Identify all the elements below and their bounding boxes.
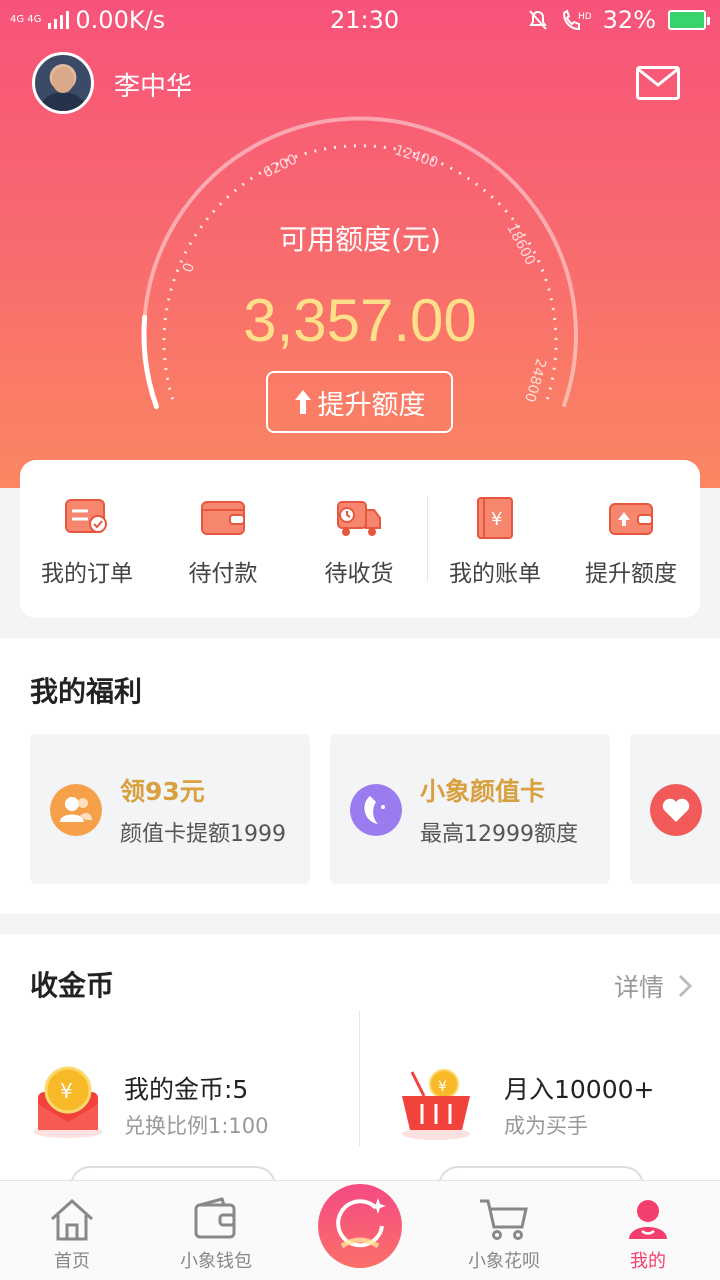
gauge-scale-label: 6200 <box>261 151 300 181</box>
home-icon <box>50 1198 94 1241</box>
shortcut-pending-delivery[interactable]: 待收货 <box>299 496 419 588</box>
my-coins-title: 我的金币:5 <box>124 1075 249 1104</box>
tab-label: 小象花呗 <box>468 1251 540 1272</box>
benefit-card[interactable]: 小象颜值卡 最高12999额度 <box>330 734 610 884</box>
shortcut-divider <box>427 496 428 582</box>
gauge-scale-label: 0 <box>180 261 198 275</box>
benefit-title: 小象颜值卡 <box>420 777 546 806</box>
face-icon <box>350 784 402 836</box>
delivery-truck-icon <box>337 501 381 536</box>
benefit-subtitle: 最高12999额度 <box>420 822 578 847</box>
tab-home[interactable]: 首页 <box>12 1197 132 1273</box>
cart-icon <box>480 1199 528 1240</box>
benefits-title: 我的福利 <box>30 675 143 708</box>
shopping-basket-icon: ¥ <box>402 1069 470 1140</box>
benefit-card[interactable] <box>630 734 720 884</box>
raise-limit-icon <box>609 503 653 535</box>
wallet-tab-icon <box>194 1197 236 1239</box>
shortcut-my-orders[interactable]: 我的订单 <box>27 496 147 588</box>
my-coins-subtitle: 兑换比例1:100 <box>124 1114 269 1138</box>
coins-divider <box>359 1010 360 1146</box>
shortcut-raise-limit[interactable]: 提升额度 <box>571 496 691 588</box>
shortcut-my-bill[interactable]: ¥ 我的账单 <box>435 496 555 588</box>
tab-huabei[interactable]: 小象花呗 <box>444 1197 564 1273</box>
tab-profile[interactable]: 我的 <box>588 1197 708 1273</box>
gauge-inner-dotted-arc <box>162 144 558 400</box>
sparkle-ring-icon <box>336 1198 386 1249</box>
detail-label: 详情 <box>613 973 664 1002</box>
raise-limit-button[interactable]: 提升额度 <box>266 371 453 433</box>
shortcut-label: 待收货 <box>324 561 394 587</box>
red-envelope-icon: ¥ <box>34 1066 102 1138</box>
coins-title: 收金币 <box>30 969 115 1002</box>
shortcut-label: 待付款 <box>188 561 258 587</box>
wallet-icon <box>201 501 245 535</box>
shortcut-label: 提升额度 <box>585 561 677 587</box>
shortcut-card: 我的订单 待付款 待收货 ¥ 我的账单 提升额度 <box>20 460 700 618</box>
center-action-button[interactable] <box>318 1184 402 1268</box>
credit-title: 可用额度(元) <box>279 223 441 256</box>
gauge-scale-label: 24800 <box>521 357 549 404</box>
gauge-outer-arc <box>142 116 578 408</box>
bill-icon: ¥ <box>477 497 513 539</box>
tab-label: 我的 <box>630 1251 666 1272</box>
shortcut-label: 我的账单 <box>449 561 541 587</box>
order-icon <box>65 499 107 533</box>
chevron-right-icon <box>678 974 692 998</box>
coins-detail-link[interactable]: 详情 <box>614 968 692 1004</box>
heart-icon <box>650 784 702 836</box>
tab-label: 首页 <box>54 1251 90 1272</box>
svg-text:¥: ¥ <box>491 509 502 530</box>
arrow-up-icon <box>294 390 311 414</box>
svg-text:¥: ¥ <box>438 1079 447 1095</box>
benefit-subtitle: 颜值卡提额1999 <box>120 822 286 847</box>
coins-section: 收金币 详情 ¥ 我的金币:5 兑换比例1:100 ¥ 月入10000+ 成为买… <box>0 934 720 1206</box>
benefit-title: 领93元 <box>120 777 205 806</box>
earn-subtitle: 成为买手 <box>504 1114 588 1138</box>
benefit-card[interactable]: 领93元 颜值卡提额1999 <box>30 734 310 884</box>
earn-title: 月入10000+ <box>504 1075 655 1104</box>
benefits-section: 我的福利 领93元 颜值卡提额1999 小象颜值卡 最高12999额度 <box>0 638 720 914</box>
raise-limit-label: 提升额度 <box>317 389 426 421</box>
tab-label: 小象钱包 <box>180 1251 252 1272</box>
profile-icon <box>629 1200 667 1239</box>
gauge-progress-arc <box>141 115 579 410</box>
shortcut-pending-payment[interactable]: 待付款 <box>163 496 283 588</box>
gauge-scale-label: 12400 <box>393 142 440 171</box>
shortcut-label: 我的订单 <box>41 561 133 587</box>
tab-wallet[interactable]: 小象钱包 <box>156 1197 276 1273</box>
users-icon <box>50 784 102 836</box>
svg-text:¥: ¥ <box>60 1079 73 1103</box>
credit-amount: 3,357.00 <box>243 287 477 354</box>
